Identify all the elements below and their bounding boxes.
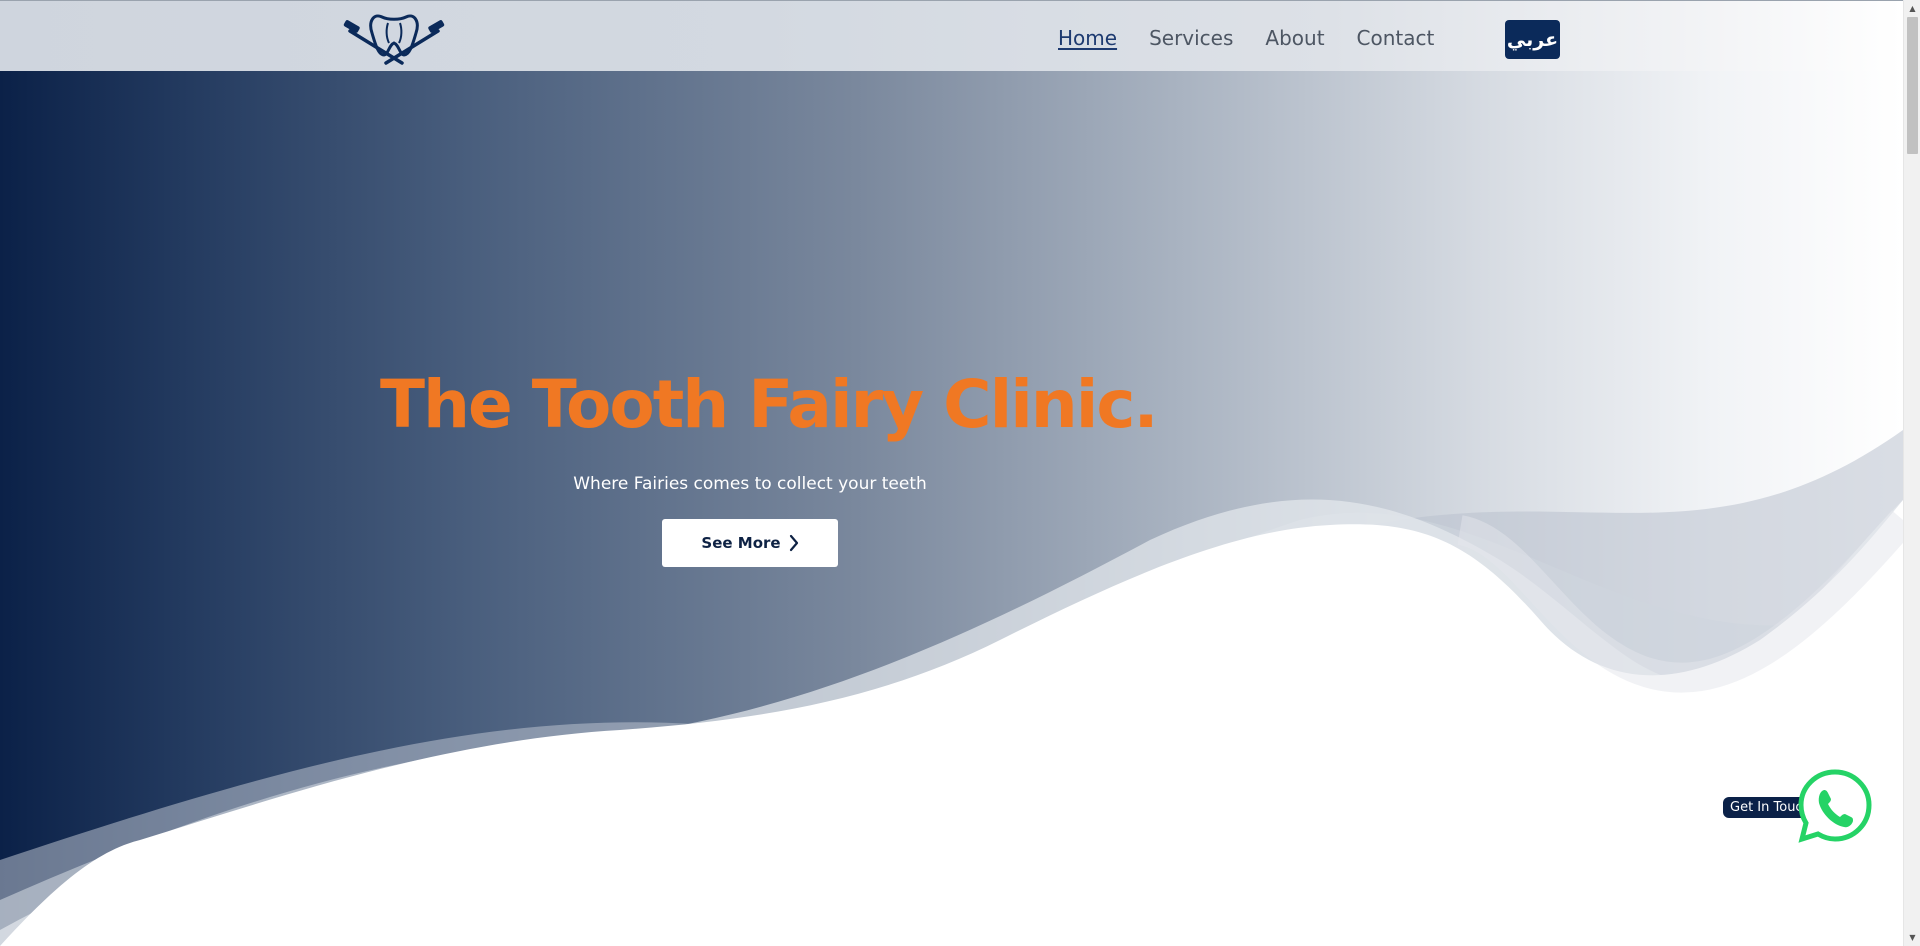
- scroll-up-arrow-icon[interactable]: ▲: [1904, 0, 1920, 17]
- whatsapp-icon[interactable]: [1797, 768, 1873, 844]
- scrollbar-thumb[interactable]: [1907, 17, 1918, 154]
- main-nav: Home Services About Contact: [1058, 26, 1434, 50]
- nav-contact-link[interactable]: Contact: [1357, 26, 1435, 50]
- hero-waves: [0, 430, 1903, 946]
- nav-services-link[interactable]: Services: [1149, 26, 1233, 50]
- site-header: Home Services About Contact عربي: [0, 0, 1903, 71]
- chevron-right-icon: [789, 534, 798, 552]
- nav-about-link[interactable]: About: [1265, 26, 1324, 50]
- hero-title: The Tooth Fairy Clinic.: [380, 366, 1159, 443]
- page: Home Services About Contact عربي The Too…: [0, 0, 1903, 946]
- see-more-button[interactable]: See More: [662, 519, 838, 567]
- vertical-scrollbar[interactable]: ▲ ▼: [1903, 0, 1920, 946]
- scroll-down-arrow-icon[interactable]: ▼: [1904, 929, 1920, 946]
- tooth-logo-icon[interactable]: [342, 9, 446, 67]
- see-more-label: See More: [701, 534, 781, 552]
- language-toggle-button[interactable]: عربي: [1505, 20, 1560, 59]
- hero-subtitle: Where Fairies comes to collect your teet…: [573, 474, 927, 494]
- nav-home-link[interactable]: Home: [1058, 26, 1117, 50]
